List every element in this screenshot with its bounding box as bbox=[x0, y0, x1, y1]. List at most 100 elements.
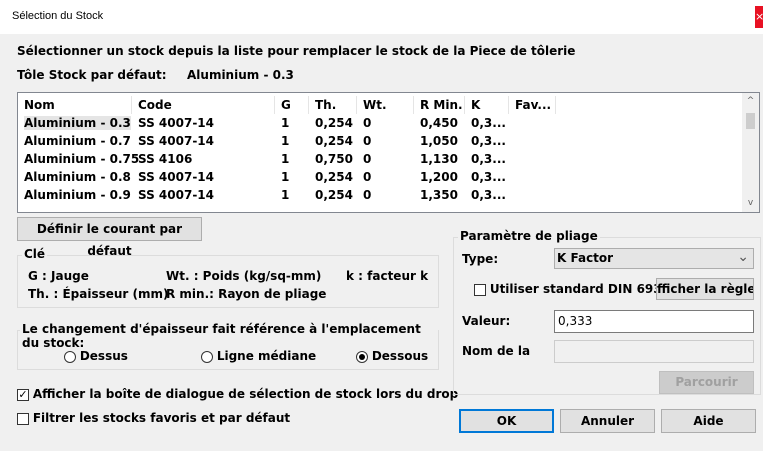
cell-g: 1 bbox=[281, 134, 290, 148]
radio-dessus-label: Dessus bbox=[79, 349, 128, 363]
cell-wt: 0 bbox=[363, 188, 372, 202]
intro-text: Sélectionner un stock depuis la liste po… bbox=[17, 44, 576, 58]
table-row[interactable]: Aluminium - 0.75 SS 4106 1 0,750 0 1,130… bbox=[18, 150, 742, 168]
show-dialog-label: Afficher la boîte de dialogue de sélecti… bbox=[32, 387, 459, 401]
cell-g: 1 bbox=[281, 170, 290, 184]
cell-rmin: 0,450 bbox=[420, 116, 458, 130]
cell-th: 0,254 bbox=[315, 170, 353, 184]
bend-parameter-title: Paramètre de pliage bbox=[458, 229, 600, 243]
cell-k: 0,3... bbox=[471, 152, 506, 166]
list-header: Nom Code G Th. Wt. R Min. K Fav... bbox=[18, 96, 742, 114]
stock-list[interactable]: Nom Code G Th. Wt. R Min. K Fav... Alumi… bbox=[17, 92, 760, 213]
radio-ligne-mediane[interactable]: Ligne médiane bbox=[201, 349, 316, 363]
radio-dessous[interactable]: Dessous bbox=[356, 349, 428, 363]
cell-rmin: 1,200 bbox=[420, 170, 458, 184]
bend-value-input[interactable]: 0,333 bbox=[554, 310, 754, 333]
show-dialog-checkbox[interactable]: ✓ Afficher la boîte de dialogue de sélec… bbox=[17, 387, 458, 401]
default-stock-value: Aluminium - 0.3 bbox=[187, 68, 294, 82]
cell-wt: 0 bbox=[363, 116, 372, 130]
browse-button[interactable]: Parcourir bbox=[659, 371, 754, 394]
scroll-down-icon[interactable]: v bbox=[742, 195, 759, 212]
cell-th: 0,254 bbox=[315, 116, 353, 130]
radio-ligne-mediane-indicator[interactable] bbox=[201, 350, 213, 363]
show-rule-button[interactable]: fficher la règle. bbox=[656, 278, 754, 300]
key-rmin: R min.: Rayon de pliage bbox=[166, 287, 327, 301]
title-bar: Sélection du Stock × bbox=[0, 0, 763, 34]
key-title: Clé bbox=[22, 247, 48, 261]
cell-k: 0,3... bbox=[471, 188, 506, 202]
din-label: Utiliser standard DIN 6935. bbox=[489, 282, 675, 296]
list-scrollbar[interactable]: ^ v bbox=[742, 93, 759, 212]
ok-button[interactable]: OK bbox=[459, 409, 554, 433]
cell-rmin: 1,350 bbox=[420, 188, 458, 202]
radio-dessus-indicator[interactable] bbox=[64, 350, 76, 363]
din-check-indicator[interactable] bbox=[474, 283, 486, 296]
table-row[interactable]: Aluminium - 0.3 SS 4007-14 1 0,254 0 0,4… bbox=[18, 114, 742, 132]
show-dialog-check-indicator[interactable]: ✓ bbox=[17, 388, 29, 401]
cell-g: 1 bbox=[281, 152, 290, 166]
column-header-fav[interactable]: Fav... bbox=[515, 98, 551, 112]
bend-type-value: K Factor bbox=[557, 251, 614, 265]
cell-nom: Aluminium - 0.75 bbox=[24, 152, 140, 166]
din-checkbox[interactable]: Utiliser standard DIN 6935. bbox=[474, 282, 675, 296]
bend-parameter-group: Paramètre de pliage Type: K Factor ⌄ Uti… bbox=[453, 229, 761, 395]
filter-favorites-checkbox[interactable]: Filtrer les stocks favoris et par défaut bbox=[17, 411, 290, 425]
scroll-up-icon[interactable]: ^ bbox=[742, 93, 759, 110]
table-row[interactable]: Aluminium - 0.9 SS 4007-14 1 0,254 0 1,3… bbox=[18, 186, 742, 204]
cell-g: 1 bbox=[281, 116, 290, 130]
cell-th: 0,750 bbox=[315, 152, 353, 166]
filter-favorites-label: Filtrer les stocks favoris et par défaut bbox=[32, 411, 291, 425]
cell-nom: Aluminium - 0.3 bbox=[24, 116, 131, 130]
cell-g: 1 bbox=[281, 188, 290, 202]
radio-ligne-mediane-label: Ligne médiane bbox=[216, 349, 317, 363]
cell-code: SS 4007-14 bbox=[138, 134, 215, 148]
cell-wt: 0 bbox=[363, 170, 372, 184]
thickness-reference-group: Le changement d'épaisseur fait référence… bbox=[17, 322, 439, 370]
cell-k: 0,3... bbox=[471, 116, 506, 130]
key-g: G : Jauge bbox=[28, 269, 89, 283]
stock-selection-dialog: Sélectionner un stock depuis la liste po… bbox=[0, 34, 763, 451]
radio-dessous-indicator[interactable] bbox=[356, 350, 368, 363]
cell-th: 0,254 bbox=[315, 134, 353, 148]
key-wt: Wt. : Poids (kg/sq-mm) bbox=[166, 269, 322, 283]
cancel-button[interactable]: Annuler bbox=[560, 409, 655, 433]
cell-th: 0,254 bbox=[315, 188, 353, 202]
column-header-nom[interactable]: Nom bbox=[24, 98, 55, 112]
cell-nom: Aluminium - 0.7 bbox=[24, 134, 131, 148]
table-row[interactable]: Aluminium - 0.8 SS 4007-14 1 0,254 0 1,2… bbox=[18, 168, 742, 186]
cell-code: SS 4007-14 bbox=[138, 188, 215, 202]
column-header-th[interactable]: Th. bbox=[315, 98, 336, 112]
bend-type-select[interactable]: K Factor ⌄ bbox=[554, 248, 754, 269]
table-row[interactable]: Aluminium - 0.7 SS 4007-14 1 0,254 0 1,0… bbox=[18, 132, 742, 150]
bend-value-label: Valeur: bbox=[462, 314, 511, 328]
column-header-k[interactable]: K bbox=[471, 98, 480, 112]
cell-wt: 0 bbox=[363, 152, 372, 166]
cell-nom: Aluminium - 0.8 bbox=[24, 170, 131, 184]
cell-k: 0,3... bbox=[471, 134, 506, 148]
column-header-code[interactable]: Code bbox=[138, 98, 172, 112]
chevron-down-icon: ⌄ bbox=[737, 249, 749, 265]
cell-wt: 0 bbox=[363, 134, 372, 148]
column-header-wt[interactable]: Wt. bbox=[363, 98, 387, 112]
help-button[interactable]: Aide bbox=[661, 409, 756, 433]
column-header-g[interactable]: G bbox=[281, 98, 291, 112]
cell-nom: Aluminium - 0.9 bbox=[24, 188, 131, 202]
filter-favorites-check-indicator[interactable] bbox=[17, 412, 29, 425]
radio-dessous-label: Dessous bbox=[371, 349, 429, 363]
thickness-reference-title: Le changement d'épaisseur fait référence… bbox=[20, 322, 438, 350]
table-name-label: Nom de la bbox=[462, 344, 531, 358]
close-icon[interactable]: × bbox=[755, 6, 763, 28]
bend-type-label: Type: bbox=[462, 252, 499, 266]
default-stock-label: Tôle Stock par défaut: bbox=[17, 68, 167, 82]
table-name-input[interactable] bbox=[554, 340, 754, 363]
radio-dessus[interactable]: Dessus bbox=[64, 349, 128, 363]
column-header-rmin[interactable]: R Min. bbox=[420, 98, 463, 112]
cell-code: SS 4007-14 bbox=[138, 170, 215, 184]
set-default-button[interactable]: Définir le courant par défaut bbox=[17, 217, 202, 258]
cell-rmin: 1,130 bbox=[420, 152, 458, 166]
bend-value-text: 0,333 bbox=[558, 314, 593, 328]
cell-k: 0,3... bbox=[471, 170, 506, 184]
cell-code: SS 4007-14 bbox=[138, 116, 215, 130]
scrollbar-thumb[interactable] bbox=[746, 113, 755, 129]
cell-code: SS 4106 bbox=[138, 152, 193, 166]
